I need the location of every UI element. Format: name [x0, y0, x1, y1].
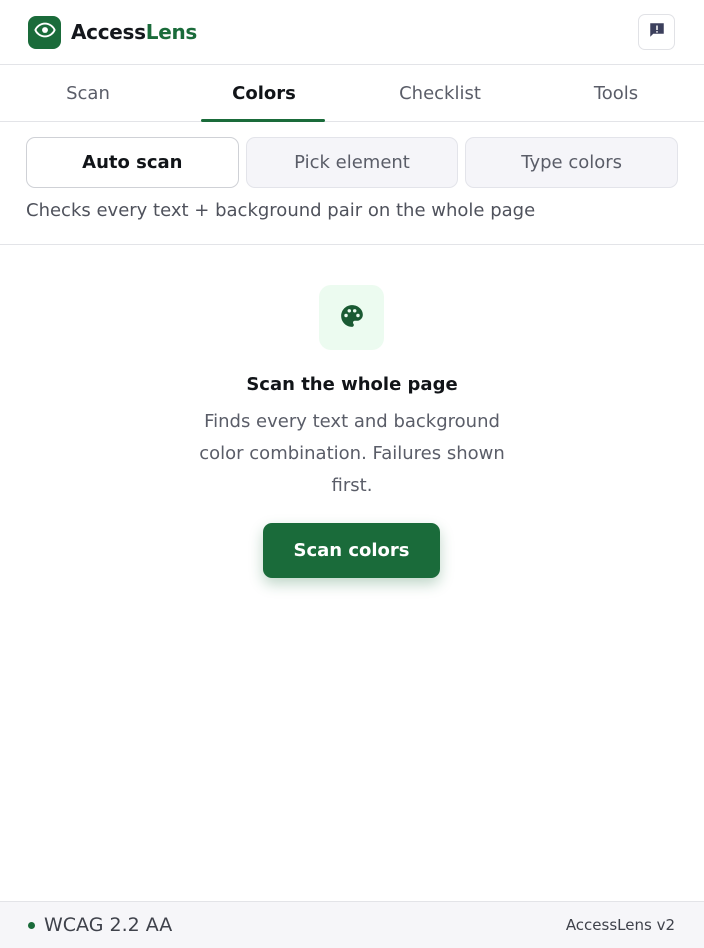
- empty-state-description: Finds every text and background color co…: [199, 411, 505, 496]
- mode-type-colors[interactable]: Type colors: [465, 137, 679, 188]
- status-footer: WCAG 2.2 AA AccessLens v2: [0, 901, 704, 948]
- eye-icon: [33, 19, 56, 45]
- brand: AccessLens: [28, 15, 197, 49]
- tab-tools[interactable]: Tools: [528, 65, 704, 121]
- app-name-part1: Access: [71, 20, 146, 44]
- empty-state-title: Scan the whole page: [246, 374, 458, 395]
- mode-pick-element[interactable]: Pick element: [245, 137, 459, 188]
- mode-description: Checks every text + background pair on t…: [26, 200, 536, 221]
- scan-colors-button[interactable]: Scan colors: [263, 523, 440, 578]
- tab-scan[interactable]: Scan: [0, 65, 176, 121]
- wcag-status: WCAG 2.2 AA: [28, 914, 172, 936]
- app-name: AccessLens: [71, 20, 197, 44]
- mode-auto-scan[interactable]: Auto scan: [26, 137, 239, 188]
- app-header: AccessLens: [0, 0, 704, 65]
- mode-selector: Auto scan Pick element Type colors: [26, 137, 679, 188]
- main-tabs: Scan Colors Checklist Tools: [0, 65, 704, 122]
- app-version: AccessLens v2: [565, 916, 675, 934]
- wcag-standard-label: WCAG 2.2 AA: [44, 914, 173, 936]
- palette-icon: [339, 303, 365, 333]
- feedback-icon: [648, 21, 666, 43]
- section-divider: [0, 244, 704, 245]
- status-dot-icon: [28, 921, 35, 929]
- app-logo: [28, 15, 61, 49]
- feedback-button[interactable]: [638, 14, 675, 50]
- tab-colors[interactable]: Colors: [176, 65, 352, 122]
- tab-checklist[interactable]: Checklist: [352, 65, 528, 121]
- empty-state-icon-box: [319, 285, 384, 350]
- app-name-part2: Lens: [145, 20, 198, 44]
